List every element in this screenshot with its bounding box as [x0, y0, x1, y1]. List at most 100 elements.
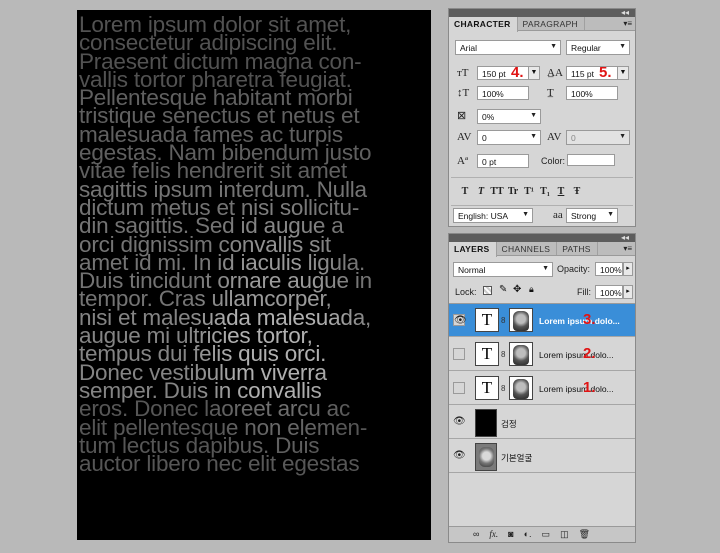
- chevron-down-icon: ▼: [522, 211, 529, 218]
- layer-mask-thumbnail[interactable]: [509, 342, 533, 366]
- layers-footer: ∞ fx. ◙ ◐. ▭ ◫ 🗑︎: [449, 526, 635, 542]
- divider: [451, 205, 633, 206]
- baseline-shift-value: 0 pt: [482, 157, 497, 167]
- tsume-icon: ⊠: [457, 110, 467, 122]
- tsume-value: 0%: [482, 112, 495, 122]
- eye-icon[interactable]: 👁︎: [453, 416, 466, 428]
- subscript-button[interactable]: T₁: [537, 186, 553, 197]
- vertical-scale-icon: ↕T: [457, 87, 470, 99]
- strikethrough-button[interactable]: Ŧ: [569, 186, 585, 197]
- panel-title-bar[interactable]: ◂◂: [449, 8, 635, 17]
- layer-row[interactable]: T 8 Lorem ipsum dolo... 1.: [449, 372, 635, 405]
- chevron-down-icon: ▼: [550, 43, 557, 50]
- superscript-button[interactable]: T¹: [521, 186, 537, 197]
- annotation-2: 2.: [583, 345, 596, 362]
- language-select[interactable]: English: USA ▼: [453, 208, 533, 223]
- layer-thumbnail: [475, 409, 497, 437]
- tracking-value: 0: [571, 133, 576, 143]
- tracking-select[interactable]: 0 ▼: [566, 130, 630, 145]
- layer-row[interactable]: 👁︎ 기본얼굴: [449, 440, 635, 473]
- chevron-down-icon: ▼: [619, 133, 626, 140]
- layer-name[interactable]: 기본얼굴: [501, 452, 532, 464]
- layer-name[interactable]: Lorem ipsum dolo...: [539, 316, 620, 326]
- kerning-select[interactable]: 0 ▼: [477, 130, 541, 145]
- language-value: English: USA: [458, 211, 509, 221]
- divider: [451, 177, 633, 178]
- horizontal-scale-input[interactable]: 100%: [566, 86, 618, 100]
- opacity-value: 100%: [600, 265, 622, 275]
- tab-paragraph[interactable]: PARAGRAPH: [518, 17, 585, 30]
- text-layer-thumbnail: T: [475, 308, 499, 332]
- link-icon: 8: [501, 316, 506, 325]
- color-swatch[interactable]: [567, 154, 615, 166]
- layer-name[interactable]: Lorem ipsum dolo...: [539, 350, 614, 360]
- new-group-icon[interactable]: ▭: [542, 529, 551, 540]
- kerning-value: 0: [482, 133, 487, 143]
- all-caps-button[interactable]: TT: [489, 186, 505, 197]
- leading-value: 115 pt: [571, 69, 595, 79]
- baseline-shift-icon: Aª: [457, 155, 468, 167]
- vertical-scale-input[interactable]: 100%: [477, 86, 529, 100]
- fill-value: 100%: [600, 288, 622, 298]
- character-tabs: CHARACTER PARAGRAPH ▾≡: [449, 17, 635, 32]
- opacity-input[interactable]: 100%: [595, 262, 623, 276]
- adjustment-layer-icon[interactable]: ◐.: [524, 529, 532, 540]
- layer-row[interactable]: T 8 Lorem ipsum dolo... 2.: [449, 338, 635, 371]
- baseline-shift-input[interactable]: 0 pt: [477, 154, 529, 168]
- tab-layers[interactable]: LAYERS: [449, 242, 497, 257]
- lock-all-icon[interactable]: 🔒︎: [529, 284, 534, 295]
- collapse-icon[interactable]: ◂◂: [621, 8, 629, 17]
- annotation-5: 5.: [599, 64, 612, 81]
- eye-icon[interactable]: 👁︎: [453, 450, 466, 462]
- fill-slider-button[interactable]: ▸: [623, 285, 633, 299]
- font-style-value: Regular: [571, 43, 601, 53]
- layer-name[interactable]: 검정: [501, 418, 517, 430]
- underline-button[interactable]: T: [553, 186, 569, 197]
- fx-icon[interactable]: fx.: [489, 529, 498, 540]
- font-size-dropdown[interactable]: ▼: [528, 66, 540, 80]
- panel-title-bar[interactable]: ◂◂: [449, 233, 635, 242]
- tab-paths[interactable]: PATHS: [557, 242, 598, 255]
- annotation-1: 1.: [583, 379, 596, 396]
- faux-bold-button[interactable]: T: [457, 186, 473, 197]
- chevron-down-icon: ▼: [542, 265, 549, 272]
- small-caps-button[interactable]: Tr: [505, 186, 521, 197]
- lock-position-icon[interactable]: ✥: [513, 284, 521, 295]
- tsume-select[interactable]: 0% ▼: [477, 109, 541, 124]
- antialias-select[interactable]: Strong ▼: [566, 208, 618, 223]
- visibility-toggle[interactable]: [453, 348, 465, 360]
- faux-italic-button[interactable]: T: [473, 186, 489, 197]
- opacity-slider-button[interactable]: ▸: [623, 262, 633, 276]
- lock-transparent-icon[interactable]: [483, 286, 492, 295]
- annotation-4: 4.: [511, 64, 524, 81]
- panel-menu-icon[interactable]: ▾≡: [623, 19, 632, 28]
- layer-mask-thumbnail[interactable]: [509, 308, 533, 332]
- add-mask-icon[interactable]: ◙: [508, 529, 513, 540]
- font-style-select[interactable]: Regular ▼: [566, 40, 630, 55]
- layer-mask-thumbnail[interactable]: [509, 376, 533, 400]
- leading-dropdown[interactable]: ▼: [617, 66, 629, 80]
- layer-name[interactable]: Lorem ipsum dolo...: [539, 384, 614, 394]
- eye-icon[interactable]: 👁︎: [453, 314, 467, 326]
- panel-menu-icon[interactable]: ▾≡: [623, 244, 632, 253]
- blend-mode-select[interactable]: Normal ▼: [453, 262, 553, 277]
- layer-row[interactable]: 👁︎ T 8 Lorem ipsum dolo... 3.: [449, 304, 635, 337]
- chevron-down-icon: ▼: [530, 133, 537, 140]
- link-layers-icon[interactable]: ∞: [473, 529, 479, 540]
- tab-channels[interactable]: CHANNELS: [497, 242, 558, 255]
- text-layer-thumbnail: T: [475, 342, 499, 366]
- font-size-icon: ᴛT: [457, 67, 469, 79]
- new-layer-icon[interactable]: ◫: [560, 529, 569, 540]
- visibility-toggle[interactable]: [453, 382, 465, 394]
- fill-input[interactable]: 100%: [595, 285, 623, 299]
- character-panel: ◂◂ CHARACTER PARAGRAPH ▾≡ Arial ▼ Regula…: [448, 8, 636, 227]
- blend-mode-value: Normal: [458, 265, 486, 275]
- layer-row[interactable]: 👁︎ 검정: [449, 406, 635, 439]
- collapse-icon[interactable]: ◂◂: [621, 233, 629, 242]
- lock-image-icon[interactable]: ✎: [499, 284, 507, 295]
- tab-character[interactable]: CHARACTER: [449, 17, 518, 32]
- font-family-select[interactable]: Arial ▼: [455, 40, 561, 55]
- trash-icon[interactable]: 🗑︎: [579, 529, 590, 540]
- layers-tabs: LAYERS CHANNELS PATHS ▾≡: [449, 242, 635, 257]
- document-canvas[interactable]: Lorem ipsum dolor sit amet, consectetur …: [77, 10, 431, 540]
